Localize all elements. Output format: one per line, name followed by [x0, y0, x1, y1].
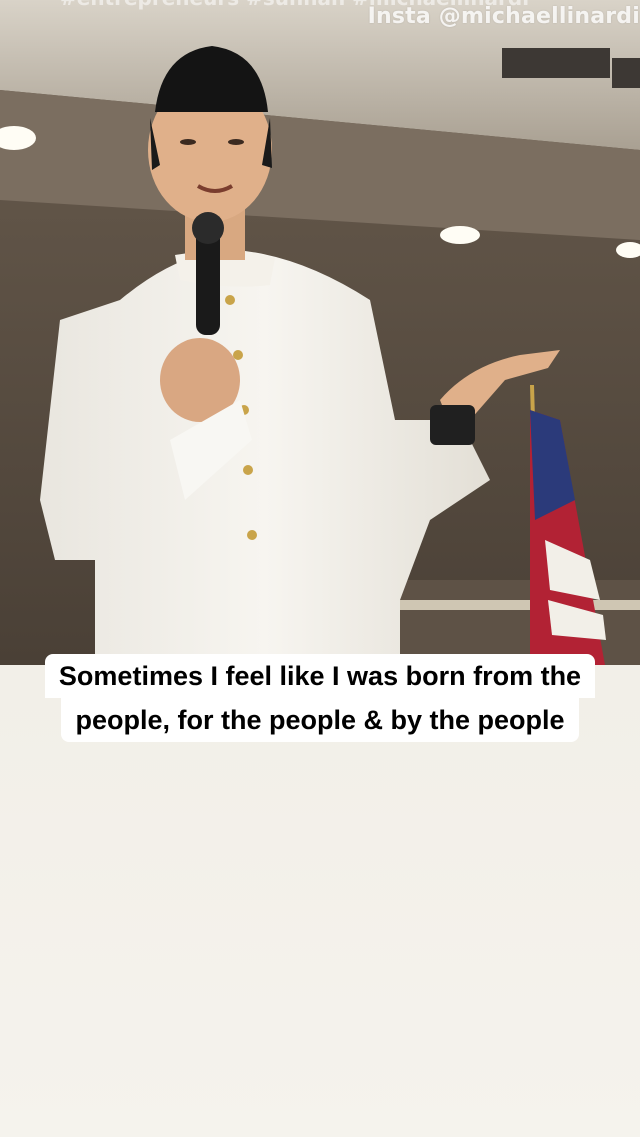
photo-illustration	[0, 0, 640, 665]
watermark-handle: Insta @michaellinardi	[367, 4, 640, 29]
story-view: #entrepreneurs #sunnah #michaellinardi I…	[0, 0, 640, 1137]
caption-line-2: people, for the people & by the people	[61, 698, 579, 742]
story-photo: #entrepreneurs #sunnah #michaellinardi I…	[0, 0, 640, 665]
story-caption: Sometimes I feel like I was born from th…	[0, 654, 640, 742]
caption-line-1: Sometimes I feel like I was born from th…	[44, 654, 596, 698]
